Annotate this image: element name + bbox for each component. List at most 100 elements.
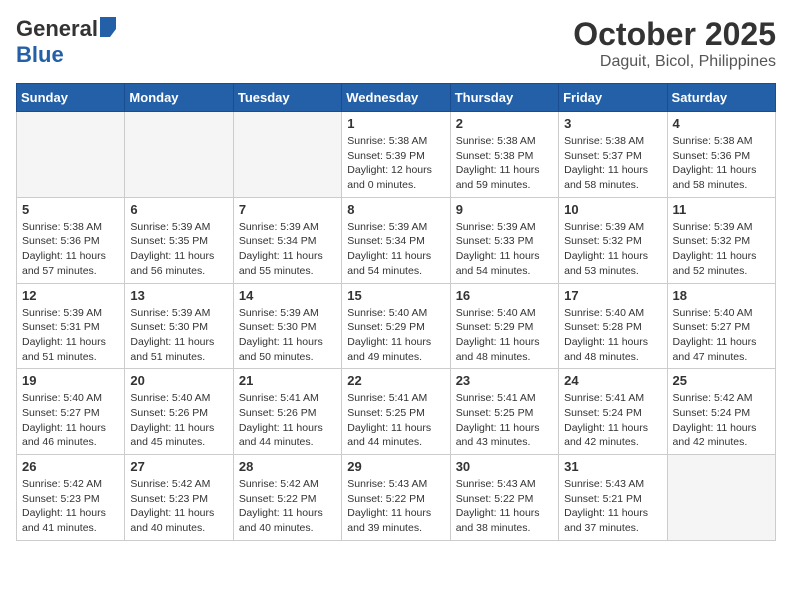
location: Daguit, Bicol, Philippines <box>573 53 776 71</box>
calendar-cell-18: 16Sunrise: 5:40 AM Sunset: 5:29 PM Dayli… <box>450 283 558 369</box>
calendar-cell-31: 29 Sunrise: 5:43 AM Sunset: 5:22 PM Dayli… <box>342 455 450 541</box>
calendar-cell-23: 21 Sunrise: 5:41 AM Sunset: 5:26 PM Dayli… <box>233 369 341 455</box>
calendar-week-1: 1 Sunrise: 5:38 AM Sunset: 5:39 PM Daylig… <box>17 112 776 198</box>
day-number-24: 24 <box>564 373 661 388</box>
day-info-23: Sunrise: 5:41 AM Sunset: 5:25 PM Dayligh… <box>456 391 553 450</box>
calendar-cell-10: 8Sunrise: 5:39 AM Sunset: 5:34 PM Daylig… <box>342 197 450 283</box>
day-info-18: Sunrise: 5:40 AM Sunset: 5:27 PM Dayligh… <box>673 306 770 365</box>
day-number-28: 28 <box>239 459 336 474</box>
day-number-1: 1 <box>347 116 444 131</box>
day-number-21: 21 <box>239 373 336 388</box>
calendar-cell-17: 15Sunrise: 5:40 AM Sunset: 5:29 PM Dayli… <box>342 283 450 369</box>
calendar-cell-15: 13Sunrise: 5:39 AM Sunset: 5:30 PM Dayli… <box>125 283 233 369</box>
day-info-6: Sunrise: 5:39 AM Sunset: 5:35 PM Dayligh… <box>130 220 227 279</box>
day-info-4: Sunrise: 5:38 AM Sunset: 5:36 PM Dayligh… <box>673 134 770 193</box>
calendar-cell-14: 12Sunrise: 5:39 AM Sunset: 5:31 PM Dayli… <box>17 283 125 369</box>
day-info-26: Sunrise: 5:42 AM Sunset: 5:23 PM Dayligh… <box>22 477 119 536</box>
day-number-3: 3 <box>564 116 661 131</box>
calendar-cell-21: 19 Sunrise: 5:40 AM Sunset: 5:27 PM Dayli… <box>17 369 125 455</box>
day-number-9: 9 <box>456 202 553 217</box>
calendar-cell-5: 3 Sunrise: 5:38 AM Sunset: 5:37 PM Daylig… <box>559 112 667 198</box>
day-info-25: Sunrise: 5:42 AM Sunset: 5:24 PM Dayligh… <box>673 391 770 450</box>
day-info-3: Sunrise: 5:38 AM Sunset: 5:37 PM Dayligh… <box>564 134 661 193</box>
calendar-cell-24: 22 Sunrise: 5:41 AM Sunset: 5:25 PM Dayli… <box>342 369 450 455</box>
calendar-cell-26: 24 Sunrise: 5:41 AM Sunset: 5:24 PM Dayli… <box>559 369 667 455</box>
day-info-11: Sunrise: 5:39 AM Sunset: 5:32 PM Dayligh… <box>673 220 770 279</box>
calendar-cell-25: 23 Sunrise: 5:41 AM Sunset: 5:25 PM Dayli… <box>450 369 558 455</box>
day-number-7: 7 <box>239 202 336 217</box>
title-section: October 2025 Daguit, Bicol, Philippines <box>573 16 776 71</box>
calendar-cell-33: 31Sunrise: 5:43 AM Sunset: 5:21 PM Dayli… <box>559 455 667 541</box>
day-info-8: Sunrise: 5:39 AM Sunset: 5:34 PM Dayligh… <box>347 220 444 279</box>
calendar-cell-34 <box>667 455 775 541</box>
day-number-25: 25 <box>673 373 770 388</box>
day-info-5: Sunrise: 5:38 AM Sunset: 5:36 PM Dayligh… <box>22 220 119 279</box>
header-wednesday: Wednesday <box>342 84 450 112</box>
day-info-14: Sunrise: 5:39 AM Sunset: 5:30 PM Dayligh… <box>239 306 336 365</box>
calendar-header-row: Sunday Monday Tuesday Wednesday Thursday… <box>17 84 776 112</box>
calendar-cell-0 <box>17 112 125 198</box>
calendar-cell-22: 20 Sunrise: 5:40 AM Sunset: 5:26 PM Dayli… <box>125 369 233 455</box>
calendar-week-2: 5 Sunrise: 5:38 AM Sunset: 5:36 PM Daylig… <box>17 197 776 283</box>
calendar-week-3: 12Sunrise: 5:39 AM Sunset: 5:31 PM Dayli… <box>17 283 776 369</box>
calendar-table: Sunday Monday Tuesday Wednesday Thursday… <box>16 83 776 541</box>
calendar-cell-9: 7 Sunrise: 5:39 AM Sunset: 5:34 PM Daylig… <box>233 197 341 283</box>
day-number-20: 20 <box>130 373 227 388</box>
calendar-cell-12: 10Sunrise: 5:39 AM Sunset: 5:32 PM Dayli… <box>559 197 667 283</box>
day-number-29: 29 <box>347 459 444 474</box>
day-number-11: 11 <box>673 202 770 217</box>
day-info-28: Sunrise: 5:42 AM Sunset: 5:22 PM Dayligh… <box>239 477 336 536</box>
calendar-cell-1 <box>125 112 233 198</box>
calendar-cell-11: 9 Sunrise: 5:39 AM Sunset: 5:33 PM Daylig… <box>450 197 558 283</box>
day-info-30: Sunrise: 5:43 AM Sunset: 5:22 PM Dayligh… <box>456 477 553 536</box>
day-number-18: 18 <box>673 288 770 303</box>
calendar-cell-2 <box>233 112 341 198</box>
calendar-cell-6: 4 Sunrise: 5:38 AM Sunset: 5:36 PM Daylig… <box>667 112 775 198</box>
day-number-22: 22 <box>347 373 444 388</box>
logo-icon <box>100 17 116 37</box>
day-number-23: 23 <box>456 373 553 388</box>
calendar-cell-27: 25 Sunrise: 5:42 AM Sunset: 5:24 PM Dayli… <box>667 369 775 455</box>
day-number-30: 30 <box>456 459 553 474</box>
day-info-1: Sunrise: 5:38 AM Sunset: 5:39 PM Dayligh… <box>347 134 444 193</box>
page-header: General Blue October 2025 Daguit, Bicol,… <box>16 16 776 71</box>
day-info-29: Sunrise: 5:43 AM Sunset: 5:22 PM Dayligh… <box>347 477 444 536</box>
day-number-17: 17 <box>564 288 661 303</box>
calendar-cell-16: 14 Sunrise: 5:39 AM Sunset: 5:30 PM Dayli… <box>233 283 341 369</box>
day-info-21: Sunrise: 5:41 AM Sunset: 5:26 PM Dayligh… <box>239 391 336 450</box>
logo-blue-text: Blue <box>16 42 64 67</box>
calendar-cell-19: 17Sunrise: 5:40 AM Sunset: 5:28 PM Dayli… <box>559 283 667 369</box>
calendar-cell-30: 28 Sunrise: 5:42 AM Sunset: 5:22 PM Dayli… <box>233 455 341 541</box>
month-year: October 2025 <box>573 16 776 53</box>
day-number-13: 13 <box>130 288 227 303</box>
day-info-10: Sunrise: 5:39 AM Sunset: 5:32 PM Dayligh… <box>564 220 661 279</box>
day-number-27: 27 <box>130 459 227 474</box>
day-number-4: 4 <box>673 116 770 131</box>
day-info-9: Sunrise: 5:39 AM Sunset: 5:33 PM Dayligh… <box>456 220 553 279</box>
day-info-20: Sunrise: 5:40 AM Sunset: 5:26 PM Dayligh… <box>130 391 227 450</box>
header-tuesday: Tuesday <box>233 84 341 112</box>
calendar-cell-20: 18 Sunrise: 5:40 AM Sunset: 5:27 PM Dayli… <box>667 283 775 369</box>
day-info-19: Sunrise: 5:40 AM Sunset: 5:27 PM Dayligh… <box>22 391 119 450</box>
day-info-22: Sunrise: 5:41 AM Sunset: 5:25 PM Dayligh… <box>347 391 444 450</box>
header-friday: Friday <box>559 84 667 112</box>
calendar-cell-28: 26Sunrise: 5:42 AM Sunset: 5:23 PM Dayli… <box>17 455 125 541</box>
calendar-week-5: 26Sunrise: 5:42 AM Sunset: 5:23 PM Dayli… <box>17 455 776 541</box>
day-info-24: Sunrise: 5:41 AM Sunset: 5:24 PM Dayligh… <box>564 391 661 450</box>
header-thursday: Thursday <box>450 84 558 112</box>
calendar-cell-7: 5 Sunrise: 5:38 AM Sunset: 5:36 PM Daylig… <box>17 197 125 283</box>
day-info-31: Sunrise: 5:43 AM Sunset: 5:21 PM Dayligh… <box>564 477 661 536</box>
header-monday: Monday <box>125 84 233 112</box>
calendar-cell-4: 2 Sunrise: 5:38 AM Sunset: 5:38 PM Daylig… <box>450 112 558 198</box>
day-number-14: 14 <box>239 288 336 303</box>
calendar-cell-13: 11 Sunrise: 5:39 AM Sunset: 5:32 PM Dayli… <box>667 197 775 283</box>
day-info-7: Sunrise: 5:39 AM Sunset: 5:34 PM Dayligh… <box>239 220 336 279</box>
day-number-5: 5 <box>22 202 119 217</box>
header-saturday: Saturday <box>667 84 775 112</box>
logo: General Blue <box>16 16 116 68</box>
day-number-19: 19 <box>22 373 119 388</box>
calendar-cell-29: 27Sunrise: 5:42 AM Sunset: 5:23 PM Dayli… <box>125 455 233 541</box>
day-info-2: Sunrise: 5:38 AM Sunset: 5:38 PM Dayligh… <box>456 134 553 193</box>
day-number-16: 16 <box>456 288 553 303</box>
day-number-2: 2 <box>456 116 553 131</box>
